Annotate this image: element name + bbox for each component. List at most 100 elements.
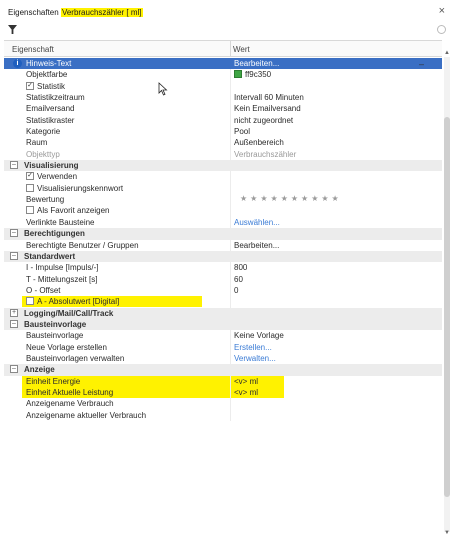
scroll-down-arrow[interactable]: ▼ [444,530,450,536]
mouse-cursor-icon [158,82,168,96]
statistik-checkbox[interactable]: ✓ [26,81,34,90]
category-label: Berechtigungen [24,229,85,239]
property-row-einheit-energie[interactable]: Einheit Energie <v> ml [4,375,442,387]
category-bausteinvorlage[interactable]: – Bausteinvorlage [4,318,442,331]
category-berechtigungen[interactable]: – Berechtigungen [4,228,442,240]
collapse-icon[interactable]: – [419,59,424,69]
property-row-objekttyp: Objekttyp Verbrauchszähler [4,148,442,161]
property-name: Statistikzeitraum [26,93,85,103]
category-anzeige[interactable]: – Anzeige [4,364,442,376]
property-row-bewertung[interactable]: Bewertung ★★★★★★★★★★ [4,194,442,206]
property-value[interactable]: <v> ml [234,388,258,397]
property-row-statistik[interactable]: ✓ Statistik [4,80,442,93]
property-name: Emailversand [26,104,75,114]
column-header: Eigenschaft Wert [4,41,442,57]
property-row-neue-vorlage[interactable]: Neue Vorlage erstellen Erstellen... [4,341,442,353]
visualisierungskennwort-checkbox[interactable] [26,183,34,192]
category-standardwert[interactable]: – Standardwert [4,250,442,263]
category-label: Anzeige [24,365,55,375]
column-header-value: Wert [233,45,250,54]
property-value[interactable]: Bearbeiten... [234,241,279,250]
auswaehlen-link[interactable]: Auswählen... [234,218,280,227]
erstellen-link[interactable]: Erstellen... [234,343,272,352]
property-value: Verbrauchszähler [234,149,297,159]
category-visualisierung[interactable]: – Visualisierung [4,160,442,172]
property-row-mittelungszeit[interactable]: T - Mittelungszeit [s] 60 [4,273,442,285]
category-label: Logging/Mail/Call/Track [24,308,114,318]
property-value[interactable]: <v> ml [234,377,258,386]
verwenden-checkbox[interactable]: ✓ [26,172,34,181]
collapse-toggle[interactable]: – [10,161,18,170]
property-row-bausteinvorlage[interactable]: Bausteinvorlage Keine Vorlage [4,330,442,342]
property-name: Anzeigename aktueller Verbrauch [26,410,147,420]
property-name: Berechtigte Benutzer / Gruppen [26,240,139,250]
property-name: Raum [26,138,48,148]
property-row-berechtigte-benutzer[interactable]: Berechtigte Benutzer / Gruppen Bearbeite… [4,239,442,251]
column-header-name: Eigenschaft [12,45,54,54]
property-value[interactable]: Bearbeiten... [234,59,279,68]
category-label: Bausteinvorlage [24,319,87,329]
scroll-up-arrow[interactable]: ▲ [444,50,450,56]
property-row-einheit-leistung[interactable]: Einheit Aktuelle Leistung <v> ml [4,386,442,399]
property-row-absolutwert[interactable]: A - Absolutwert [Digital] [4,296,442,308]
property-row-hinweis-text[interactable]: i Hinweis-Text Bearbeiten... – [4,58,442,70]
property-name: Bewertung [26,195,65,205]
property-row-verlinkte-bausteine[interactable]: Verlinkte Bausteine Auswählen... [4,216,442,229]
property-row-verwenden[interactable]: ✓ Verwenden [4,171,442,183]
close-icon[interactable]: × [439,5,445,17]
property-value[interactable]: ff9c350 [245,70,271,79]
scrollbar-thumb[interactable] [444,117,450,497]
collapse-toggle[interactable]: – [10,251,18,260]
property-value[interactable]: nicht zugeordnet [234,116,293,125]
property-row-visualisierungskennwort[interactable]: Visualisierungskennwort [4,182,442,195]
collapse-toggle[interactable]: – [10,319,18,328]
property-name: Als Favorit anzeigen [37,206,110,216]
column-divider[interactable] [230,41,231,57]
property-row-kategorie[interactable]: Kategorie Pool [4,126,442,138]
favorit-checkbox[interactable] [26,206,34,215]
category-label: Standardwert [24,251,76,261]
property-row-vorlagen-verwalten[interactable]: Bausteinvorlagen verwalten Verwalten... [4,352,442,365]
property-row-als-favorit[interactable]: Als Favorit anzeigen [4,205,442,217]
expand-toggle[interactable]: + [10,308,18,317]
collapse-toggle[interactable]: – [10,229,18,238]
property-name: Einheit Energie [26,376,81,386]
property-name: Einheit Aktuelle Leistung [26,387,114,397]
property-row-statistikraster[interactable]: Statistikraster nicht zugeordnet [4,114,442,127]
properties-panel: Eigenschaften Verbrauchszähler [ ml] × E… [0,0,452,540]
property-value[interactable]: Außenbereich [234,138,284,147]
property-row-emailversand[interactable]: Emailversand Kein Emailversand [4,103,442,115]
vertical-scrollbar[interactable] [444,57,450,532]
property-row-raum[interactable]: Raum Außenbereich [4,137,442,149]
property-name: A - Absolutwert [Digital] [37,297,120,307]
property-name: Statistikraster [26,115,75,125]
panel-title: Eigenschaften Verbrauchszähler [ ml] [8,8,143,17]
collapse-toggle[interactable]: – [10,365,18,374]
property-value[interactable]: 800 [234,263,247,272]
info-icon: i [13,59,22,68]
verwalten-link[interactable]: Verwalten... [234,354,276,363]
property-row-anzeigename-verbrauch[interactable]: Anzeigename Verbrauch [4,398,442,410]
property-name: Bausteinvorlage [26,331,84,341]
filter-icon[interactable] [8,25,17,34]
property-value[interactable]: Keine Vorlage [234,331,284,340]
category-logging[interactable]: + Logging/Mail/Call/Track [4,307,442,319]
property-row-anzeigename-aktueller-verbrauch[interactable]: Anzeigename aktueller Verbrauch [4,409,442,421]
title-prefix: Eigenschaften [8,8,61,17]
property-name: Anzeigename Verbrauch [26,399,114,409]
property-value[interactable]: Kein Emailversand [234,104,301,113]
property-row-offset[interactable]: O - Offset 0 [4,284,442,297]
absolutwert-checkbox[interactable] [26,297,34,306]
property-name: Objektfarbe [26,70,68,80]
property-row-objektfarbe[interactable]: Objektfarbe ff9c350 [4,69,442,81]
rating-stars[interactable]: ★★★★★★★★★★ [240,194,342,203]
property-value[interactable]: Pool [234,127,250,136]
property-value[interactable]: 60 [234,275,243,284]
property-value[interactable]: 0 [234,286,238,295]
clear-filter-icon[interactable] [437,25,446,34]
property-value[interactable]: Intervall 60 Minuten [234,93,304,102]
color-swatch[interactable] [234,70,242,79]
property-row-impulse[interactable]: I - Impulse [Impuls/-] 800 [4,262,442,274]
property-row-statistikzeitraum[interactable]: Statistikzeitraum Intervall 60 Minuten [4,92,442,104]
title-object-name: Verbrauchszähler [ ml] [60,8,143,17]
